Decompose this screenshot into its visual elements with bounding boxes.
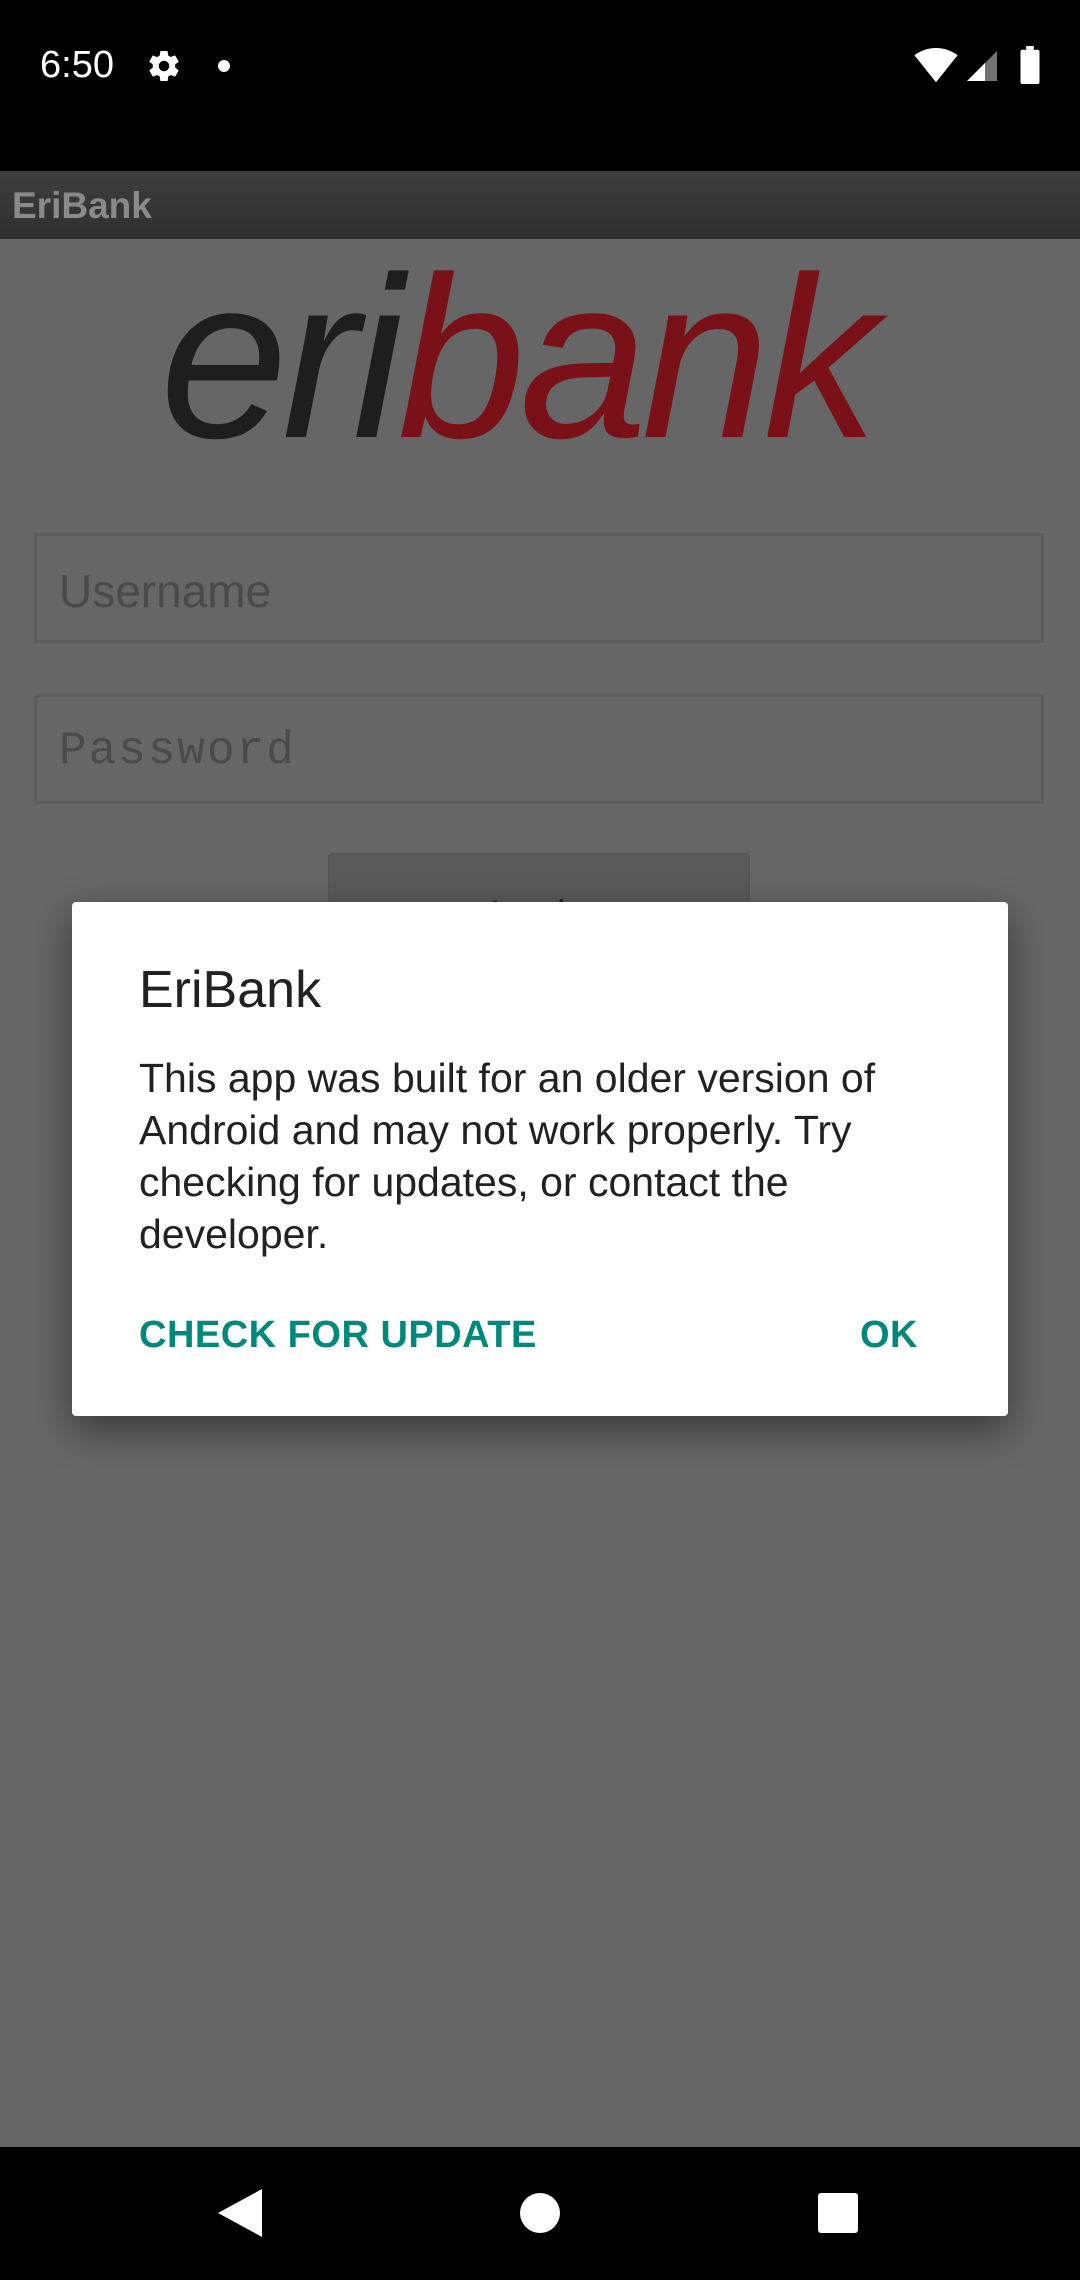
password-field[interactable]: Password xyxy=(34,694,1044,804)
signal-icon xyxy=(967,51,997,81)
ok-button[interactable]: OK xyxy=(860,1314,918,1357)
check-for-update-button[interactable]: CHECK FOR UPDATE xyxy=(139,1314,537,1357)
username-placeholder: Username xyxy=(59,565,272,617)
navigation-bar xyxy=(0,2147,1080,2280)
battery-icon xyxy=(1020,46,1040,84)
back-icon[interactable] xyxy=(218,2189,262,2237)
status-time: 6:50 xyxy=(40,44,114,86)
compatibility-dialog: EriBank This app was built for an older … xyxy=(72,902,1008,1416)
logo-part-bank: bank xyxy=(398,267,889,467)
home-icon[interactable] xyxy=(520,2193,560,2233)
recents-icon[interactable] xyxy=(818,2193,858,2233)
eribank-logo: eribank xyxy=(160,267,894,467)
username-field[interactable]: Username xyxy=(34,533,1044,643)
wifi-icon xyxy=(914,48,958,83)
app-title-bar: EriBank xyxy=(0,171,1080,239)
dialog-message: This app was built for an older version … xyxy=(139,1055,876,1257)
app-title: EriBank xyxy=(12,185,152,226)
status-bar: 6:50 xyxy=(0,0,1080,171)
svg-text:eribank: eribank xyxy=(160,267,888,467)
logo-part-eri: eri xyxy=(160,267,410,467)
dialog-title: EriBank xyxy=(139,961,322,1019)
gear-icon xyxy=(149,51,179,82)
password-placeholder: Password xyxy=(59,725,296,777)
notification-dot-icon xyxy=(218,60,230,72)
